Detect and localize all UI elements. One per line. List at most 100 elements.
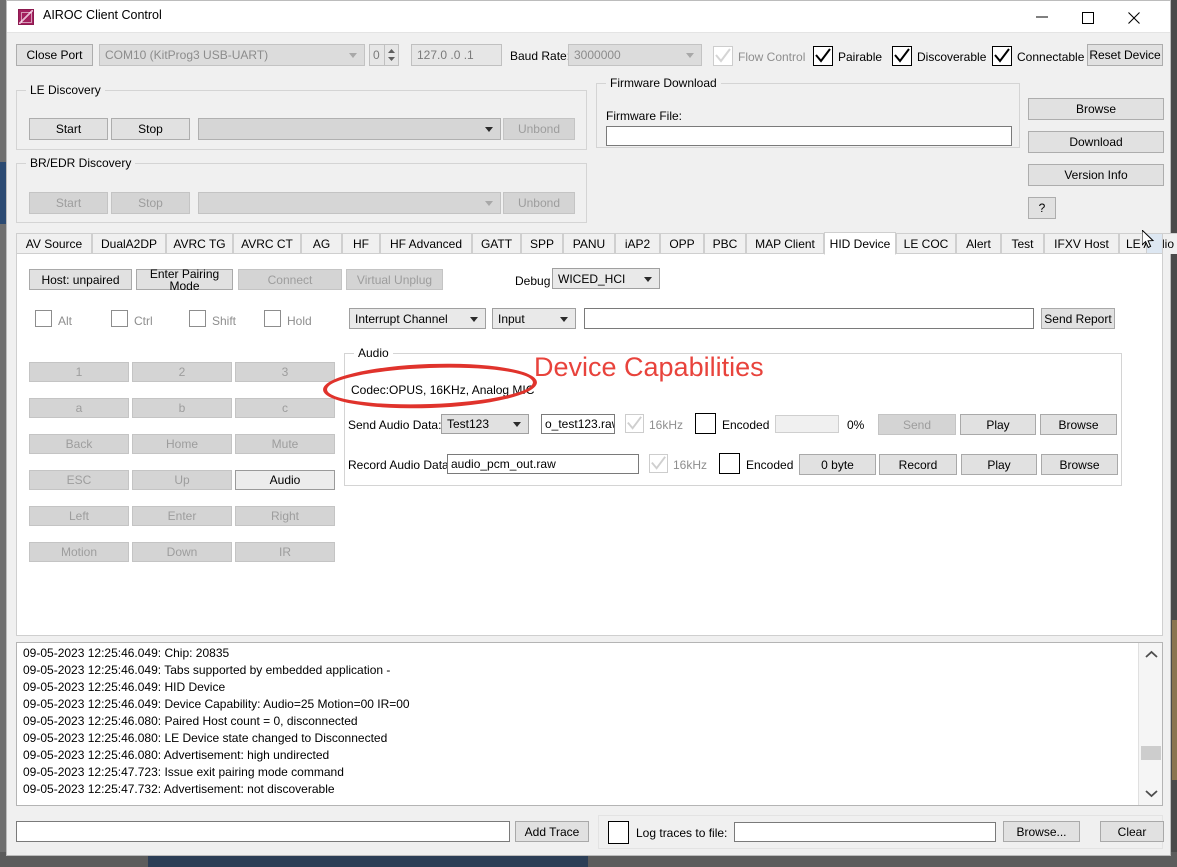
send-audio-16khz-checkbox[interactable] [625,414,644,433]
le-discovery-device-combo[interactable] [198,118,501,140]
serial-port-combo[interactable]: COM10 (KitProg3 USB-UART) [99,44,365,66]
bredr-discovery-start-button[interactable]: Start [29,192,108,214]
hid-key-c[interactable]: c [235,398,335,418]
record-audio-file-input[interactable]: audio_pcm_out.raw [447,454,639,474]
tab-pbc[interactable]: PBC [704,233,746,254]
bredr-discovery-unbond-button[interactable]: Unbond [503,192,575,214]
enter-pairing-mode-button[interactable]: Enter Pairing Mode [136,268,233,292]
scroll-up-icon[interactable] [1139,643,1162,667]
send-audio-play-button[interactable]: Play [960,414,1036,435]
clear-log-button[interactable]: Clear [1100,821,1164,842]
scroll-down-icon[interactable] [1139,781,1162,805]
send-audio-encoded-checkbox[interactable] [695,413,716,434]
le-discovery-stop-button[interactable]: Stop [111,118,190,140]
report-data-input[interactable] [584,308,1034,329]
channel-combo[interactable]: Interrupt Channel [349,308,486,329]
trace-input[interactable] [16,821,510,842]
alt-checkbox[interactable] [35,310,52,327]
hid-key-b[interactable]: b [132,398,232,418]
hid-key-back[interactable]: Back [29,434,129,454]
hid-key-1[interactable]: 1 [29,362,129,382]
firmware-browse-button[interactable]: Browse [1028,98,1164,120]
send-audio-send-button[interactable]: Send [878,414,956,435]
pairable-checkbox[interactable] [813,46,833,66]
bredr-discovery-device-combo[interactable] [198,192,501,214]
le-discovery-unbond-button[interactable]: Unbond [503,118,575,140]
connect-button[interactable]: Connect [238,269,342,290]
tab-panu[interactable]: PANU [563,233,615,254]
send-audio-source-combo[interactable]: Test123 [441,414,529,434]
tab-iap2[interactable]: iAP2 [615,233,660,254]
tab-avrc-tg[interactable]: AVRC TG [166,233,233,254]
tab-map-client[interactable]: MAP Client [746,233,824,254]
hid-key-audio[interactable]: Audio [235,470,335,490]
hid-key-a[interactable]: a [29,398,129,418]
log-browse-button[interactable]: Browse... [1003,821,1080,842]
maximize-button[interactable] [1066,1,1112,31]
bredr-discovery-stop-button[interactable]: Stop [111,192,190,214]
record-audio-encoded-checkbox[interactable] [719,453,740,474]
ctrl-checkbox[interactable] [111,310,128,327]
hid-key-down[interactable]: Down [132,542,232,562]
hid-key-up[interactable]: Up [132,470,232,490]
tab-opp[interactable]: OPP [660,233,704,254]
record-audio-browse-button[interactable]: Browse [1041,454,1118,475]
connectable-checkbox[interactable] [992,46,1012,66]
trace-log-scrollbar[interactable] [1138,643,1162,805]
discoverable-checkbox[interactable] [892,46,912,66]
tab-ifxv-host[interactable]: IFXV Host [1044,233,1119,254]
hid-key-3[interactable]: 3 [235,362,335,382]
firmware-download-button[interactable]: Download [1028,131,1164,153]
le-discovery-start-button[interactable]: Start [29,118,108,140]
send-audio-browse-button[interactable]: Browse [1040,414,1117,435]
hid-key-motion[interactable]: Motion [29,542,129,562]
send-report-button[interactable]: Send Report [1041,308,1115,329]
scrollbar-thumb[interactable] [1141,746,1161,760]
tab-gatt[interactable]: GATT [472,233,521,254]
reset-device-button[interactable]: Reset Device [1087,44,1163,66]
hid-key-ir[interactable]: IR [235,542,335,562]
hold-checkbox[interactable] [264,310,281,327]
send-audio-file-input[interactable]: o_test123.raw [541,414,615,434]
host-status-button[interactable]: Host: unpaired [29,269,132,290]
record-audio-size-button[interactable]: 0 byte [799,454,876,475]
firmware-file-input[interactable] [606,126,1012,146]
tab-alert[interactable]: Alert [956,233,1001,254]
report-direction-combo[interactable]: Input [492,308,576,329]
record-audio-play-button[interactable]: Play [961,454,1037,475]
hid-key-left[interactable]: Left [29,506,129,526]
minimize-button[interactable] [1020,1,1066,31]
help-button[interactable]: ? [1028,197,1056,219]
add-trace-button[interactable]: Add Trace [515,821,589,842]
tab-spp[interactable]: SPP [521,233,563,254]
tab-duala2dp[interactable]: DualA2DP [92,233,166,254]
flow-control-checkbox[interactable] [713,46,733,66]
tab-hf-advanced[interactable]: HF Advanced [380,233,472,254]
close-button[interactable] [1112,1,1158,31]
hid-key-right[interactable]: Right [235,506,335,526]
hid-key-2[interactable]: 2 [132,362,232,382]
tab-ag[interactable]: AG [301,233,342,254]
log-traces-checkbox[interactable] [608,821,629,844]
tab-avrc-ct[interactable]: AVRC CT [233,233,301,254]
tab-av-source[interactable]: AV Source [16,233,92,254]
hid-key-home[interactable]: Home [132,434,232,454]
close-port-button[interactable]: Close Port [16,44,93,66]
shift-checkbox[interactable] [189,310,206,327]
virtual-unplug-button[interactable]: Virtual Unplug [346,269,443,290]
ip-address-field[interactable]: 127.0 .0 .1 [411,44,502,66]
baud-rate-combo[interactable]: 3000000 [568,44,702,66]
tab-le-coc[interactable]: LE COC [896,233,956,254]
trace-log[interactable]: 09-05-2023 12:25:46.049: Chip: 20835 09-0… [16,642,1163,806]
hid-key-esc[interactable]: ESC [29,470,129,490]
hid-key-mute[interactable]: Mute [235,434,335,454]
peer-index-spinner-arrows[interactable] [384,44,399,66]
log-file-input[interactable] [734,822,996,842]
version-info-button[interactable]: Version Info [1028,164,1164,186]
tab-hid-device[interactable]: HID Device [824,232,896,255]
tab-test[interactable]: Test [1001,233,1044,254]
record-audio-record-button[interactable]: Record [879,454,957,475]
hid-key-enter[interactable]: Enter [132,506,232,526]
record-audio-16khz-checkbox[interactable] [649,454,668,473]
tab-hf[interactable]: HF [342,233,380,254]
